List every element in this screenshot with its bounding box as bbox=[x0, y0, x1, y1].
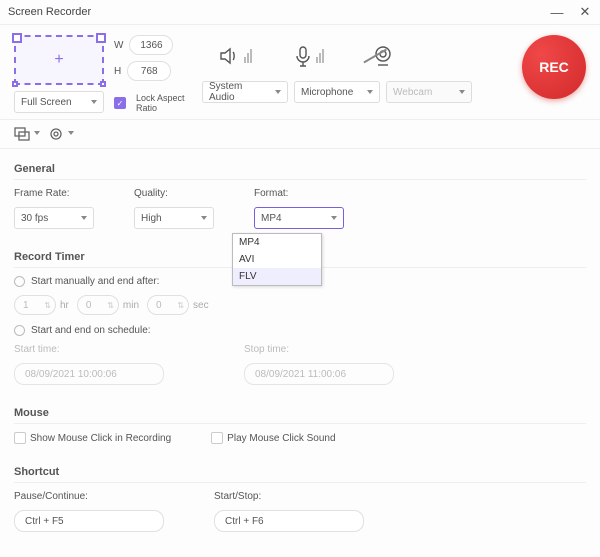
capture-mode-select[interactable]: Full Screen bbox=[14, 91, 104, 113]
start-time-label: Start time: bbox=[14, 344, 164, 355]
close-button[interactable]: ✕ bbox=[578, 5, 592, 19]
screenshot-tool-icon[interactable] bbox=[14, 126, 32, 142]
schedule-radio[interactable] bbox=[14, 325, 25, 336]
shortcut-section-title: Shortcut bbox=[14, 460, 586, 483]
capture-region[interactable]: + bbox=[14, 35, 104, 85]
microphone-icon[interactable] bbox=[286, 41, 332, 71]
manual-radio[interactable] bbox=[14, 276, 25, 287]
window-title: Screen Recorder bbox=[8, 6, 91, 18]
system-audio-select[interactable]: System Audio bbox=[202, 81, 288, 103]
start-shortcut-input[interactable] bbox=[214, 510, 364, 532]
schedule-label: Start and end on schedule: bbox=[31, 325, 151, 336]
quality-select[interactable]: High bbox=[134, 207, 214, 229]
stop-time-label: Stop time: bbox=[244, 344, 394, 355]
quality-label: Quality: bbox=[134, 188, 214, 199]
pause-shortcut-input[interactable] bbox=[14, 510, 164, 532]
record-button[interactable]: REC bbox=[522, 35, 586, 99]
play-sound-label: Play Mouse Click Sound bbox=[227, 433, 335, 444]
mouse-section-title: Mouse bbox=[14, 401, 586, 424]
webcam-icon[interactable] bbox=[360, 41, 406, 71]
play-sound-checkbox[interactable]: ✓ bbox=[211, 432, 223, 444]
hours-spinner[interactable]: 1 bbox=[14, 295, 56, 315]
format-label: Format: bbox=[254, 188, 344, 199]
height-input[interactable] bbox=[127, 61, 171, 81]
frame-rate-label: Frame Rate: bbox=[14, 188, 94, 199]
microphone-select[interactable]: Microphone bbox=[294, 81, 380, 103]
start-shortcut-label: Start/Stop: bbox=[214, 491, 364, 502]
webcam-select[interactable]: Webcam bbox=[386, 81, 472, 103]
titlebar: Screen Recorder — ✕ bbox=[0, 0, 600, 24]
settings-tool-icon[interactable] bbox=[48, 126, 66, 142]
lock-aspect-label: Lock Aspect Ratio bbox=[136, 93, 186, 113]
speaker-icon[interactable] bbox=[212, 41, 258, 71]
show-click-label: Show Mouse Click in Recording bbox=[30, 433, 171, 444]
general-section-title: General bbox=[14, 157, 586, 180]
format-option-flv[interactable]: FLV bbox=[233, 268, 321, 285]
stop-time-input[interactable] bbox=[244, 363, 394, 385]
frame-rate-select[interactable]: 30 fps bbox=[14, 207, 94, 229]
minutes-spinner[interactable]: 0 bbox=[77, 295, 119, 315]
width-label: W bbox=[114, 40, 123, 51]
minimize-button[interactable]: — bbox=[550, 5, 564, 19]
format-select[interactable]: MP4 bbox=[254, 207, 344, 229]
height-label: H bbox=[114, 66, 121, 77]
manual-label: Start manually and end after: bbox=[31, 276, 159, 287]
lock-aspect-checkbox[interactable]: ✓ bbox=[114, 97, 126, 109]
width-input[interactable] bbox=[129, 35, 173, 55]
seconds-spinner[interactable]: 0 bbox=[147, 295, 189, 315]
pause-shortcut-label: Pause/Continue: bbox=[14, 491, 164, 502]
show-click-checkbox[interactable]: ✓ bbox=[14, 432, 26, 444]
format-dropdown[interactable]: MP4 AVI FLV bbox=[232, 233, 322, 286]
format-option-mp4[interactable]: MP4 bbox=[233, 234, 321, 251]
start-time-input[interactable] bbox=[14, 363, 164, 385]
format-option-avi[interactable]: AVI bbox=[233, 251, 321, 268]
